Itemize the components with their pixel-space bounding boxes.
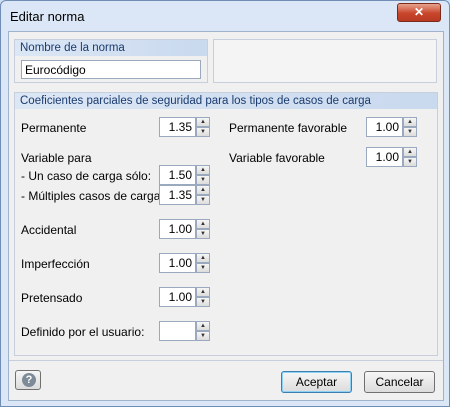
variable-favorable-spinner[interactable]: 1.00 ▲ ▼ [366, 147, 417, 167]
pretensado-value[interactable]: 1.00 [159, 287, 196, 307]
definido-usuario-spinner[interactable]: ▲ ▼ [159, 321, 210, 341]
definido-usuario-label: Definido por el usuario: [21, 325, 145, 339]
title-bar: Editar norma ✕ [1, 1, 449, 31]
spin-up-icon[interactable]: ▲ [196, 219, 210, 229]
coefficients-header: Coeficientes parciales de seguridad para… [15, 93, 437, 109]
accept-button[interactable]: Aceptar [281, 371, 352, 393]
spin-down-icon[interactable]: ▼ [196, 297, 210, 307]
pretensado-spinner[interactable]: 1.00 ▲ ▼ [159, 287, 210, 307]
definido-usuario-value[interactable] [159, 321, 196, 341]
close-button[interactable]: ✕ [397, 3, 441, 22]
spin-down-icon[interactable]: ▼ [196, 195, 210, 205]
variable-favorable-label: Variable favorable [229, 151, 325, 165]
pretensado-label: Pretensado [21, 291, 83, 305]
imperfeccion-spinner[interactable]: 1.00 ▲ ▼ [159, 253, 210, 273]
accidental-spinner[interactable]: 1.00 ▲ ▼ [159, 219, 210, 239]
separator [9, 360, 443, 361]
norm-name-group: Nombre de la norma Eurocódigo [14, 39, 208, 83]
help-icon: ? [22, 373, 36, 387]
spin-up-icon[interactable]: ▲ [403, 147, 417, 157]
norm-name-value: Eurocódigo [25, 63, 86, 77]
imperfeccion-label: Imperfección [21, 257, 90, 271]
dialog-window: Editar norma ✕ Nombre de la norma Eurocó… [0, 0, 450, 407]
dialog-client: Nombre de la norma Eurocódigo Coeficient… [8, 31, 444, 401]
close-icon: ✕ [413, 5, 425, 19]
spin-down-icon[interactable]: ▼ [403, 127, 417, 137]
norm-name-input[interactable]: Eurocódigo [21, 60, 201, 79]
blank-panel [213, 39, 437, 83]
permanente-favorable-label: Permanente favorable [229, 121, 348, 135]
spin-down-icon[interactable]: ▼ [196, 175, 210, 185]
variable-favorable-value[interactable]: 1.00 [366, 147, 403, 167]
permanente-label: Permanente [21, 121, 87, 135]
permanente-spinner[interactable]: 1.35 ▲ ▼ [159, 117, 210, 137]
help-button[interactable]: ? [15, 370, 41, 390]
window-title: Editar norma [10, 9, 85, 24]
spin-down-icon[interactable]: ▼ [196, 263, 210, 273]
multiples-value[interactable]: 1.35 [159, 185, 196, 205]
spin-down-icon[interactable]: ▼ [196, 127, 210, 137]
un-caso-label: - Un caso de carga sólo: [21, 169, 152, 183]
permanente-value[interactable]: 1.35 [159, 117, 196, 137]
spin-up-icon[interactable]: ▲ [196, 253, 210, 263]
spin-up-icon[interactable]: ▲ [403, 117, 417, 127]
spin-up-icon[interactable]: ▲ [196, 185, 210, 195]
permanente-favorable-value[interactable]: 1.00 [366, 117, 403, 137]
spin-up-icon[interactable]: ▲ [196, 117, 210, 127]
spin-up-icon[interactable]: ▲ [196, 287, 210, 297]
variable-para-label: Variable para [21, 151, 92, 165]
permanente-favorable-spinner[interactable]: 1.00 ▲ ▼ [366, 117, 417, 137]
coefficients-group: Coeficientes parciales de seguridad para… [14, 92, 438, 356]
multiples-spinner[interactable]: 1.35 ▲ ▼ [159, 185, 210, 205]
spin-down-icon[interactable]: ▼ [196, 331, 210, 341]
accidental-value[interactable]: 1.00 [159, 219, 196, 239]
multiples-label: - Múltiples casos de carga: [21, 189, 164, 203]
spin-up-icon[interactable]: ▲ [196, 165, 210, 175]
accidental-label: Accidental [21, 223, 77, 237]
norm-name-header: Nombre de la norma [15, 40, 207, 56]
spin-down-icon[interactable]: ▼ [196, 229, 210, 239]
spin-down-icon[interactable]: ▼ [403, 157, 417, 167]
cancel-button[interactable]: Cancelar [364, 371, 435, 393]
imperfeccion-value[interactable]: 1.00 [159, 253, 196, 273]
un-caso-spinner[interactable]: 1.50 ▲ ▼ [159, 165, 210, 185]
un-caso-value[interactable]: 1.50 [159, 165, 196, 185]
spin-up-icon[interactable]: ▲ [196, 321, 210, 331]
